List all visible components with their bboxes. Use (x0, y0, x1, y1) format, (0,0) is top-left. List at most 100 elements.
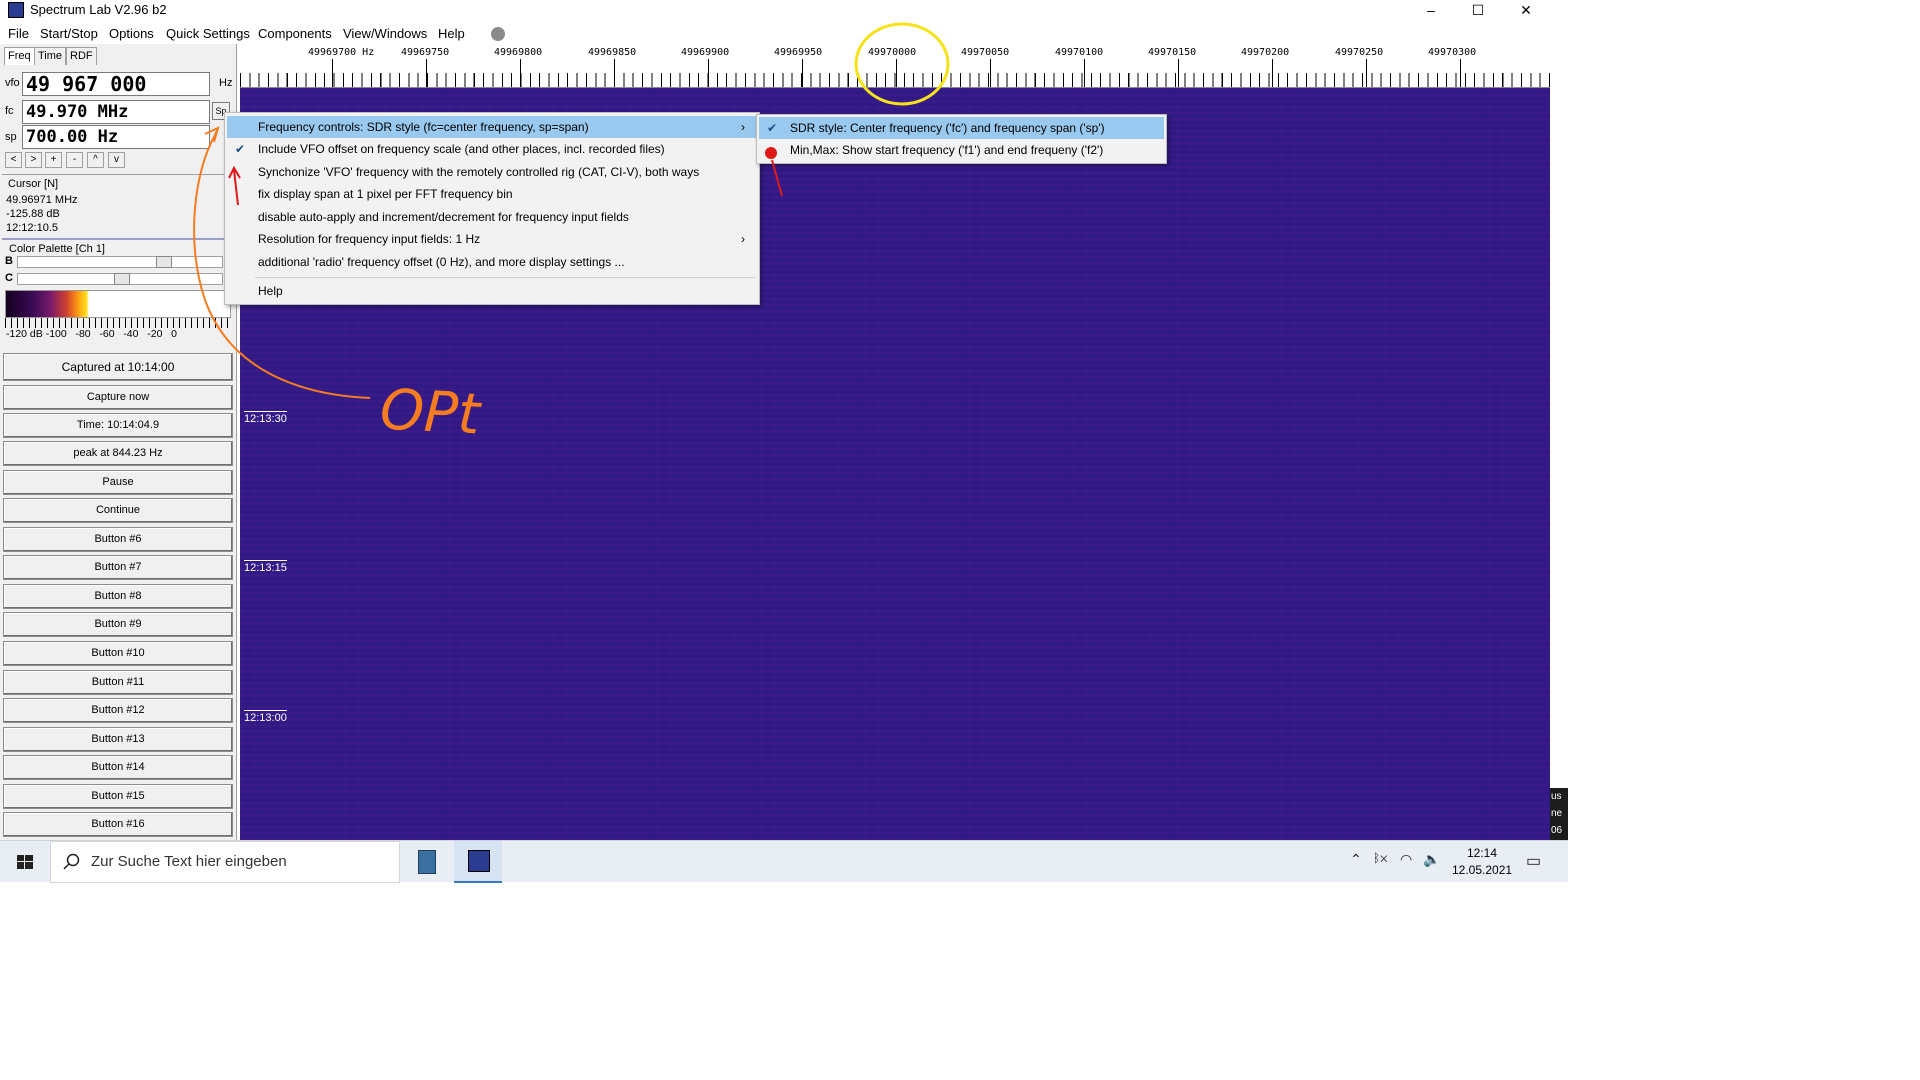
menu-view-windows[interactable]: View/Windows (343, 26, 427, 41)
volume-icon[interactable]: 🔈 (1423, 851, 1440, 868)
tab-freq[interactable]: Freq (4, 47, 35, 65)
taskbar-search-input[interactable]: Zur Suche Text hier eingeben (50, 841, 400, 883)
start-button[interactable] (0, 841, 50, 883)
menu-item-fix-span[interactable]: fix display span at 1 pixel per FFT freq… (227, 183, 757, 205)
right-strip-text: us (1551, 791, 1562, 802)
button-15[interactable]: Button #15 (3, 784, 233, 809)
vfo-field[interactable]: 49 967 000 (22, 72, 210, 96)
submenu-item-center-span[interactable]: ✔ SDR style: Center frequency ('fc') and… (759, 117, 1164, 139)
menu-item-label: disable auto-apply and increment/decreme… (258, 210, 629, 224)
menu-bar: File Start/Stop Options Quick Settings C… (0, 23, 1568, 44)
scale-label: 49970050 (961, 47, 1010, 58)
button-8[interactable]: Button #8 (3, 584, 233, 609)
menu-item-help[interactable]: Help (227, 280, 757, 302)
menu-item-include-vfo-offset[interactable]: ✔ Include VFO offset on frequency scale … (227, 138, 757, 160)
step-left-button[interactable]: < (5, 152, 22, 168)
chevron-up-icon[interactable]: ⌃ (1350, 851, 1362, 868)
menu-item-resolution[interactable]: Resolution for frequency input fields: 1… (227, 228, 757, 250)
wifi-icon[interactable]: ◠ (1400, 851, 1412, 868)
contrast-slider[interactable] (17, 273, 223, 285)
menu-item-sdr-style[interactable]: Frequency controls: SDR style (fc=center… (227, 116, 757, 138)
contrast-label: C (5, 272, 13, 284)
menu-item-label: Help (258, 284, 283, 298)
brightness-slider[interactable] (17, 256, 223, 268)
menu-help[interactable]: Help (438, 26, 465, 41)
capture-now-button[interactable]: Capture now (3, 385, 233, 410)
palette-scale-label: -120 dB -100 -80 -60 -40 -20 0 (6, 328, 178, 340)
fc-field[interactable]: 49.970 MHz (22, 100, 210, 124)
palette-ticks (5, 318, 231, 328)
right-strip: us ne 06 (1550, 788, 1568, 840)
step-up-button[interactable]: ^ (87, 152, 104, 168)
search-icon (63, 853, 80, 870)
button-12[interactable]: Button #12 (3, 698, 233, 723)
title-bar: Spectrum Lab V2.96 b2 – ☐ ✕ (0, 0, 1568, 22)
step-right-button[interactable]: > (25, 152, 42, 168)
fc-label: fc (5, 105, 14, 117)
notifications-icon[interactable]: ▭ (1526, 851, 1541, 871)
submenu-item-min-max[interactable]: Min,Max: Show start frequency ('f1') and… (759, 139, 1164, 161)
calculator-app-icon[interactable] (403, 841, 451, 883)
slider-thumb[interactable] (114, 273, 130, 285)
vfo-unit-label: Hz (219, 77, 233, 89)
system-clock[interactable]: 12:14 12.05.2021 (1452, 845, 1512, 879)
menu-item-label: Frequency controls: SDR style (fc=center… (258, 120, 589, 134)
time-marker: 12:13:00 (244, 710, 287, 724)
button-14[interactable]: Button #14 (3, 755, 233, 780)
frequency-context-menu: Frequency controls: SDR style (fc=center… (224, 112, 760, 305)
button-16[interactable]: Button #16 (3, 812, 233, 837)
button-7[interactable]: Button #7 (3, 555, 233, 580)
checkmark-icon: ✔ (235, 142, 246, 156)
menu-start-stop[interactable]: Start/Stop (40, 26, 98, 41)
continue-button[interactable]: Continue (3, 498, 233, 523)
button-11[interactable]: Button #11 (3, 670, 233, 695)
menu-options[interactable]: Options (109, 26, 154, 41)
menu-file[interactable]: File (8, 26, 29, 41)
tab-time[interactable]: Time (34, 47, 67, 65)
slider-thumb[interactable] (156, 256, 172, 268)
cursor-level: -125.88 dB (6, 208, 60, 220)
spectrum-lab-app-icon[interactable] (454, 841, 502, 883)
vfo-label: vfo (5, 77, 20, 89)
menu-item-label: Include VFO offset on frequency scale (a… (258, 142, 665, 156)
button-6[interactable]: Button #6 (3, 527, 233, 552)
bluetooth-icon[interactable]: ᛒ✕ (1373, 851, 1387, 865)
divider (2, 174, 234, 175)
color-palette-bar (5, 290, 231, 318)
time-button[interactable]: Time: 10:14:04.9 (3, 413, 233, 438)
sp-field[interactable]: 700.00 Hz (22, 125, 210, 149)
cursor-time: 12:12:10.5 (6, 222, 58, 234)
increment-button[interactable]: + (45, 152, 62, 168)
menu-components[interactable]: Components (258, 26, 332, 41)
menu-item-label: fix display span at 1 pixel per FFT freq… (258, 187, 513, 201)
scale-label: 49970000 (868, 47, 917, 58)
button-13[interactable]: Button #13 (3, 727, 233, 752)
menu-item-radio-offset[interactable]: additional 'radio' frequency offset (0 H… (227, 251, 757, 273)
close-button[interactable]: ✕ (1503, 0, 1549, 22)
scale-major-ticks (240, 59, 1550, 87)
menu-item-disable-auto-apply[interactable]: disable auto-apply and increment/decreme… (227, 206, 757, 228)
frequency-scale[interactable]: 49969700 Hz 49969750 49969800 49969850 4… (240, 44, 1550, 88)
button-10[interactable]: Button #10 (3, 641, 233, 666)
maximize-button[interactable]: ☐ (1455, 0, 1501, 22)
pause-button[interactable]: Pause (3, 470, 233, 495)
time-marker: 12:13:15 (244, 560, 287, 574)
menu-quick-settings[interactable]: Quick Settings (166, 26, 250, 41)
tab-rdf[interactable]: RDF (66, 47, 97, 65)
peak-button[interactable]: peak at 844.23 Hz (3, 441, 233, 466)
menu-item-label: SDR style: Center frequency ('fc') and f… (790, 121, 1105, 135)
scale-label: 49969800 (494, 47, 543, 58)
menu-item-sync-vfo[interactable]: Synchonize 'VFO' frequency with the remo… (227, 161, 757, 183)
right-strip-text: 06 (1551, 825, 1563, 836)
button-9[interactable]: Button #9 (3, 612, 233, 637)
record-indicator-icon[interactable] (491, 27, 505, 41)
decrement-button[interactable]: - (66, 152, 83, 168)
palette-title: Color Palette [Ch 1] (9, 243, 105, 255)
minimize-button[interactable]: – (1408, 0, 1454, 22)
step-down-button[interactable]: v (108, 152, 125, 168)
menu-item-label: Resolution for frequency input fields: 1… (258, 232, 481, 246)
menu-separator (255, 277, 755, 278)
menu-item-label: Synchonize 'VFO' frequency with the remo… (258, 165, 700, 179)
captured-at-button[interactable]: Captured at 10:14:00 (3, 353, 233, 381)
brightness-label: B (5, 255, 13, 267)
